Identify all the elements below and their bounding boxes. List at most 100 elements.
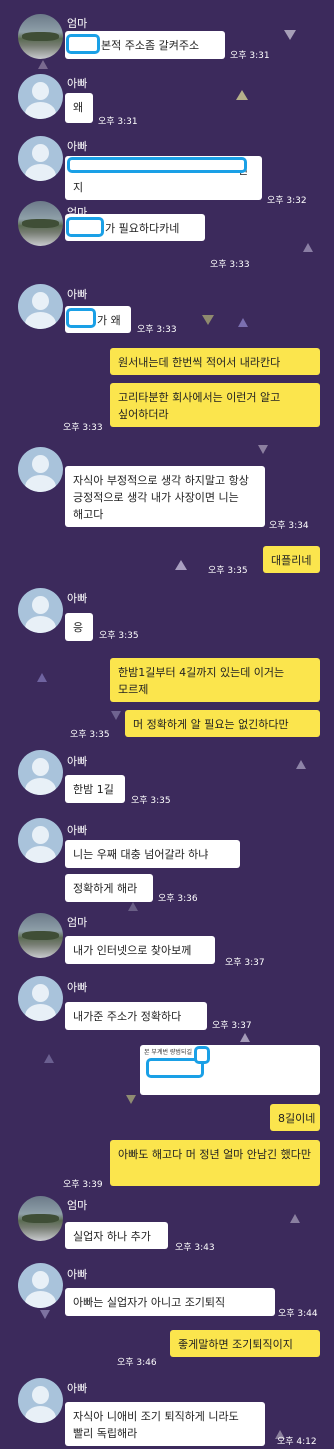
- avatar-mom[interactable]: [18, 1196, 63, 1241]
- message-bubble: 응: [65, 613, 93, 641]
- message-bubble: 아빠는 실업자가 아니고 조기퇴직: [65, 1288, 275, 1316]
- decor-triangle: [111, 711, 121, 720]
- avatar-dad[interactable]: [18, 284, 63, 329]
- decor-triangle: [258, 445, 268, 454]
- message-text: 아빠도 해고다 머 정년 얼마 안남긴 했다만: [118, 1148, 312, 1161]
- message-text: 가 왜: [97, 314, 121, 327]
- message-bubble: 왜: [65, 93, 93, 123]
- sender-name: 아빠: [67, 1268, 88, 1281]
- decor-triangle: [44, 1054, 54, 1063]
- sender-name: 아빠: [67, 288, 88, 301]
- message-text: 지: [73, 181, 84, 194]
- avatar-dad[interactable]: [18, 976, 63, 1021]
- decor-triangle: [240, 1033, 250, 1042]
- avatar-mom[interactable]: [18, 913, 63, 958]
- message-time: 오후 3:37: [225, 958, 265, 968]
- message-text: 원서내는데 한번씩 적어서 내라칸다: [118, 356, 281, 369]
- message-text: 실업자 하나 추가: [73, 1230, 151, 1243]
- message-text: 8길이네: [278, 1112, 316, 1125]
- redaction-box: [66, 308, 96, 328]
- redaction-box: [66, 217, 104, 237]
- decor-triangle: [238, 318, 248, 327]
- message-bubble: 실업자 하나 추가: [65, 1222, 168, 1249]
- redaction-box: [67, 157, 247, 173]
- avatar-dad[interactable]: [18, 818, 63, 863]
- avatar-mom[interactable]: [18, 14, 63, 59]
- decor-triangle: [40, 1310, 50, 1319]
- message-time: 오후 3:33: [210, 260, 250, 270]
- avatar-dad[interactable]: [18, 1378, 63, 1423]
- message-time: 오후 3:33: [63, 423, 103, 433]
- sender-name: 아빠: [67, 981, 88, 994]
- decor-triangle: [126, 1095, 136, 1104]
- decor-triangle: [38, 60, 48, 69]
- sender-name: 엄마: [67, 17, 88, 30]
- message-bubble: 내가 인터넷으로 찾아보께: [65, 936, 215, 964]
- decor-triangle: [175, 560, 187, 570]
- message-bubble: 내가준 주소가 정확하다: [65, 1002, 207, 1030]
- sender-name: 엄마: [67, 916, 88, 929]
- message-time: 오후 3:46: [117, 1358, 157, 1368]
- message-text: 머 정확하게 알 필요는 없긴하다만: [133, 718, 289, 731]
- decor-triangle: [37, 673, 47, 682]
- avatar-dad[interactable]: [18, 1263, 63, 1308]
- message-text: 한밤 1길: [73, 783, 114, 796]
- message-text: 내가준 주소가 정확하다: [73, 1010, 182, 1023]
- message-text: 가 필요하다카네: [105, 222, 180, 235]
- avatar-dad[interactable]: [18, 588, 63, 633]
- message-text: 자식아 부정적으로 생각 하지말고 항상 긍정적으로 생각 내가 사장이면 니는…: [73, 474, 249, 521]
- message-text: 고리타분한 회사에서는 이런거 알고 싶어하더라: [118, 391, 281, 421]
- message-bubble: 자식아 부정적으로 생각 하지말고 항상 긍정적으로 생각 내가 사장이면 니는…: [65, 466, 265, 527]
- decor-triangle: [296, 760, 306, 769]
- sender-name: 엄마: [67, 1199, 88, 1212]
- message-time: 오후 3:43: [175, 1243, 215, 1253]
- chat-area: 엄마 본적 주소좀 갈켜주소 오후 3:31 아빠 왜 오후 3:31 아빠 번…: [0, 0, 334, 1449]
- decor-triangle: [236, 90, 248, 100]
- avatar-dad[interactable]: [18, 136, 63, 181]
- avatar-dad[interactable]: [18, 750, 63, 795]
- decor-triangle: [202, 315, 214, 325]
- message-time: 오후 3:31: [230, 51, 270, 61]
- avatar-mom[interactable]: [18, 201, 63, 246]
- message-bubble: 니는 우째 대충 넘어갈라 하냐: [65, 840, 240, 868]
- message-time: 오후 3:35: [131, 796, 171, 806]
- redaction-box: [66, 34, 100, 54]
- decor-triangle: [303, 243, 313, 252]
- message-bubble: 한밤 1길: [65, 775, 125, 803]
- sender-name: 아빠: [67, 77, 88, 90]
- redaction-box: [194, 1046, 210, 1064]
- message-time: 오후 3:35: [70, 730, 110, 740]
- message-text: 본적 주소좀 갈켜주소: [101, 39, 200, 52]
- decor-triangle: [128, 902, 138, 911]
- sender-name: 아빠: [67, 824, 88, 837]
- message-bubble: 머 정확하게 알 필요는 없긴하다만: [125, 710, 320, 737]
- message-text: 대플리네: [271, 554, 312, 567]
- message-bubble: 아빠도 해고다 머 정년 얼마 안남긴 했다만: [110, 1140, 320, 1186]
- message-text: 정확하게 해라: [73, 882, 138, 895]
- sender-name: 아빠: [67, 592, 88, 605]
- message-time: 오후 3:35: [208, 566, 248, 576]
- image-caption: 본 부계번 량범되길: [144, 1049, 192, 1056]
- message-text: 아빠는 실업자가 아니고 조기퇴직: [73, 1296, 226, 1309]
- message-bubble: 좋게말하면 조기퇴직이지: [170, 1330, 320, 1357]
- message-text: 자식아 니애비 조기 퇴직하게 니라도 빨리 독립해라: [73, 1410, 239, 1440]
- sender-name: 아빠: [67, 140, 88, 153]
- avatar-dad[interactable]: [18, 74, 63, 119]
- message-text: 내가 인터넷으로 찾아보께: [73, 944, 192, 957]
- message-time: 오후 3:34: [269, 521, 309, 531]
- message-bubble: 고리타분한 회사에서는 이런거 알고 싶어하더라: [110, 383, 320, 427]
- avatar-dad[interactable]: [18, 447, 63, 492]
- message-bubble: 8길이네: [270, 1104, 320, 1131]
- message-bubble: 원서내는데 한번씩 적어서 내라칸다: [110, 348, 320, 375]
- message-bubble: 대플리네: [263, 546, 320, 573]
- message-text: 응: [73, 621, 84, 634]
- sender-name: 아빠: [67, 755, 88, 768]
- message-time: 오후 3:35: [99, 631, 139, 641]
- message-time: 오후 3:37: [212, 1021, 252, 1031]
- message-text: 좋게말하면 조기퇴직이지: [178, 1338, 293, 1351]
- sender-name: 아빠: [67, 1382, 88, 1395]
- message-time: 오후 3:31: [98, 117, 138, 127]
- message-time: 오후 3:39: [63, 1180, 103, 1190]
- message-time: 오후 3:36: [158, 894, 198, 904]
- message-bubble: 정확하게 해라: [65, 874, 153, 902]
